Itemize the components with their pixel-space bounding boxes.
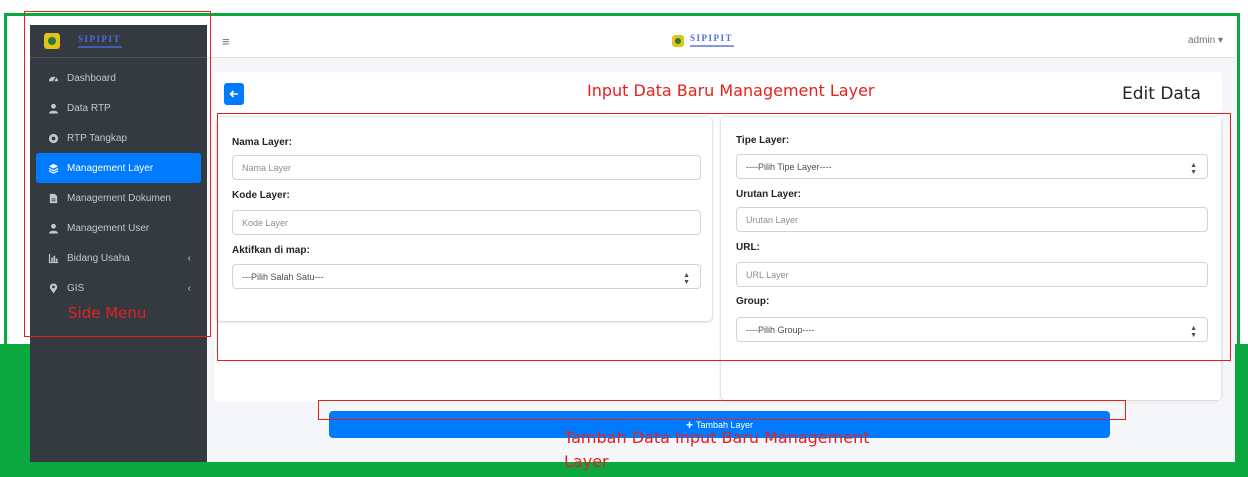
arrow-left-icon xyxy=(229,90,238,98)
annotation-box-side-menu xyxy=(24,11,211,337)
page-title: Edit Data xyxy=(1122,84,1201,104)
logo-icon xyxy=(672,34,684,47)
topbar-brand[interactable]: SIPIPIT xyxy=(672,34,734,47)
menu-toggle-icon[interactable]: ≡ xyxy=(222,34,230,49)
annotation-side-menu: Side Menu xyxy=(68,304,147,322)
annotation-tambah-line2: Layer xyxy=(564,452,609,471)
annotation-input-data: Input Data Baru Management Layer xyxy=(587,81,875,100)
user-dropdown[interactable]: admin ▾ xyxy=(1188,35,1223,46)
annotation-box-button xyxy=(318,400,1126,420)
topbar: ≡ SIPIPIT admin ▾ xyxy=(207,25,1235,58)
brand-title: SIPIPIT xyxy=(690,33,734,43)
annotation-box-form xyxy=(217,113,1231,361)
back-button[interactable] xyxy=(224,83,244,105)
annotation-tambah-line1: Tambah Data Input Baru Management xyxy=(564,428,870,447)
